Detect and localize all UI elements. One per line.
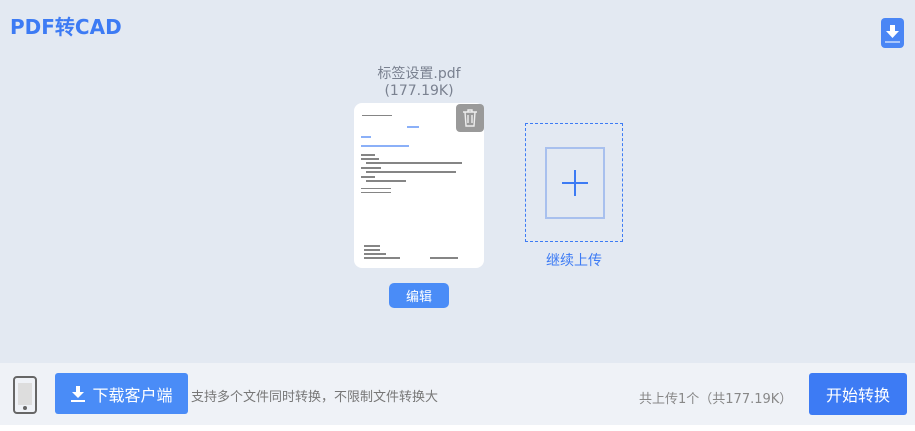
file-name: 标签设置.pdf bbox=[377, 66, 461, 82]
phone-icon bbox=[13, 376, 37, 414]
upload-count: 共上传1个（共177.19K） bbox=[639, 392, 793, 407]
download-client-label: 下载客户端 bbox=[92, 385, 173, 405]
delete-file-button[interactable] bbox=[456, 104, 484, 132]
edit-button[interactable]: 编辑 bbox=[389, 283, 449, 308]
download-icon-button[interactable] bbox=[881, 18, 904, 48]
trash-icon bbox=[463, 109, 477, 127]
file-name-block: 标签设置.pdf (177.19K) bbox=[354, 66, 484, 100]
plus-icon bbox=[545, 147, 605, 219]
continue-upload-label[interactable]: 继续上传 bbox=[525, 250, 623, 270]
file-size: (177.19K) bbox=[384, 83, 454, 99]
bottom-bar: 下载客户端 支持多个文件同时转换，不限制文件转换大 共上传1个（共177.19K… bbox=[0, 363, 915, 425]
hint-text: 支持多个文件同时转换，不限制文件转换大 bbox=[191, 390, 439, 405]
download-client-button[interactable]: 下载客户端 bbox=[55, 373, 188, 414]
download-icon bbox=[885, 25, 900, 43]
main-area: PDF转CAD 标签设置.pdf (177.19K) 编辑 继续上传 bbox=[0, 0, 915, 363]
page-title: PDF转CAD bbox=[10, 15, 122, 39]
continue-upload-dropzone[interactable] bbox=[525, 123, 623, 242]
start-convert-button[interactable]: 开始转换 bbox=[809, 373, 907, 415]
download-icon bbox=[71, 385, 86, 402]
